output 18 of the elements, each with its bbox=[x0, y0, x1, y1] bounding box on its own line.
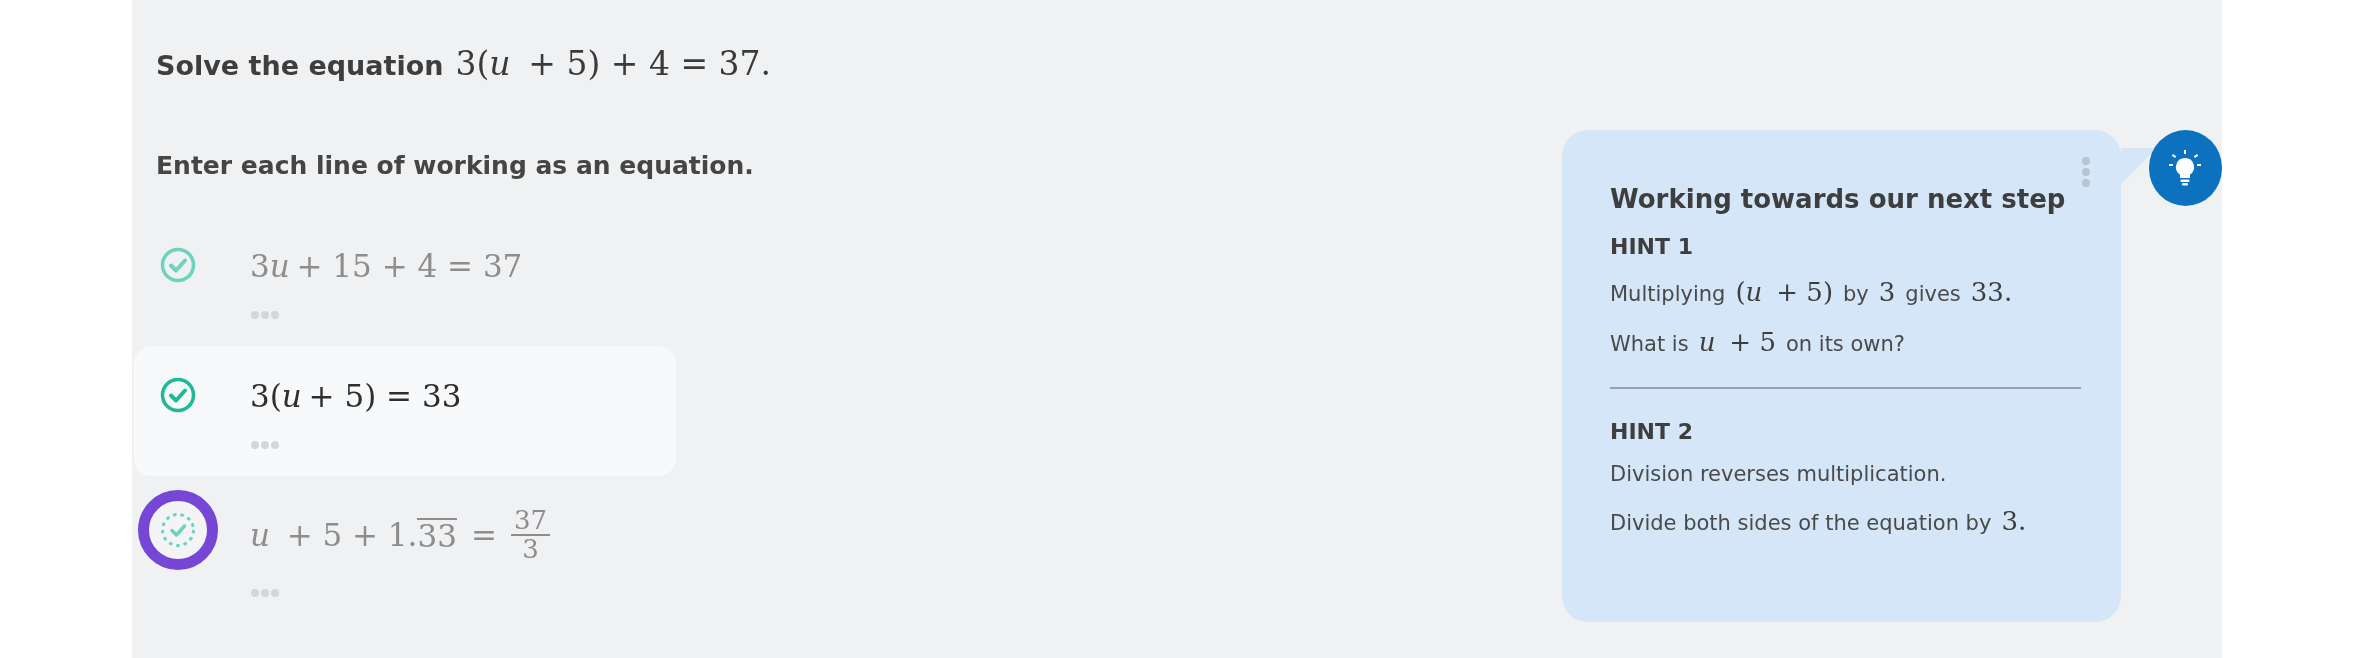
step-row[interactable]: 3u + 15 + 4 = 37 bbox=[134, 216, 676, 346]
hint-title: Working towards our next step bbox=[1610, 184, 2067, 214]
ellipsis-icon bbox=[250, 310, 280, 320]
instruction-text: Enter each line of working as an equation. bbox=[156, 151, 755, 180]
hint-label: HINT 2 bbox=[1610, 419, 1694, 444]
hint-text: Division reverses multiplication. bbox=[1610, 462, 1948, 486]
hint-text: Divide both sides of the equation by 3. bbox=[1610, 506, 2028, 536]
question-text: Solve the equation 3(u + 5) + 4 = 37. bbox=[156, 44, 773, 83]
lightbulb-icon bbox=[2168, 149, 2203, 187]
equation-line[interactable]: 3u + 15 + 4 = 37 bbox=[250, 244, 523, 288]
hint-text: Multiplying (u + 5) by 3 gives 33. bbox=[1610, 277, 2014, 307]
more-icon bbox=[2080, 156, 2091, 188]
step-card[interactable]: 3(u + 5) = 33 bbox=[134, 346, 676, 476]
equation-line[interactable]: 3(u + 5) = 33 bbox=[250, 374, 462, 418]
ellipsis-icon bbox=[250, 440, 280, 450]
hint-text: What is u + 5 on its own? bbox=[1610, 327, 1906, 357]
hint-label: HINT 1 bbox=[1610, 234, 1694, 259]
ellipsis-icon bbox=[250, 588, 280, 598]
